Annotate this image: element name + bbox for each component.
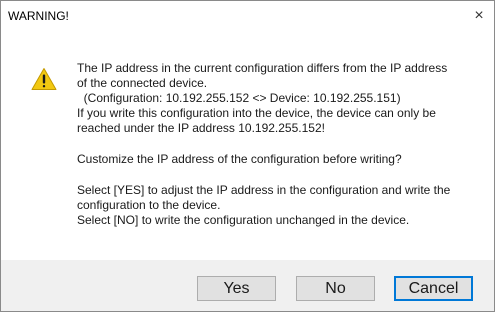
- message-line: of the connected device.: [77, 76, 208, 90]
- message-line: The IP address in the current configurat…: [77, 61, 448, 75]
- warning-triangle-icon: [31, 68, 57, 90]
- close-icon: ×: [474, 7, 484, 24]
- message-line: configuration to the device.: [77, 198, 221, 212]
- yes-button[interactable]: Yes: [197, 276, 276, 301]
- dialog-title: WARNING!: [8, 9, 69, 23]
- no-button[interactable]: No: [296, 276, 375, 301]
- message-line: Select [NO] to write the configuration u…: [77, 213, 410, 227]
- message-line: If you write this configuration into the…: [77, 106, 436, 120]
- message-line: (Configuration: 10.192.255.152 <> Device…: [77, 91, 401, 105]
- warning-dialog: WARNING! × The IP address in the current…: [0, 0, 495, 312]
- message-line: reached under the IP address 10.192.255.…: [77, 121, 325, 135]
- message-line: Select [YES] to adjust the IP address in…: [77, 183, 451, 197]
- button-bar: Yes No Cancel: [1, 260, 494, 311]
- message-line: Customize the IP address of the configur…: [77, 152, 402, 166]
- message-text: The IP address in the current configurat…: [77, 61, 477, 228]
- close-button[interactable]: ×: [464, 1, 494, 31]
- title-bar: WARNING! ×: [1, 1, 494, 31]
- cancel-button[interactable]: Cancel: [394, 276, 473, 301]
